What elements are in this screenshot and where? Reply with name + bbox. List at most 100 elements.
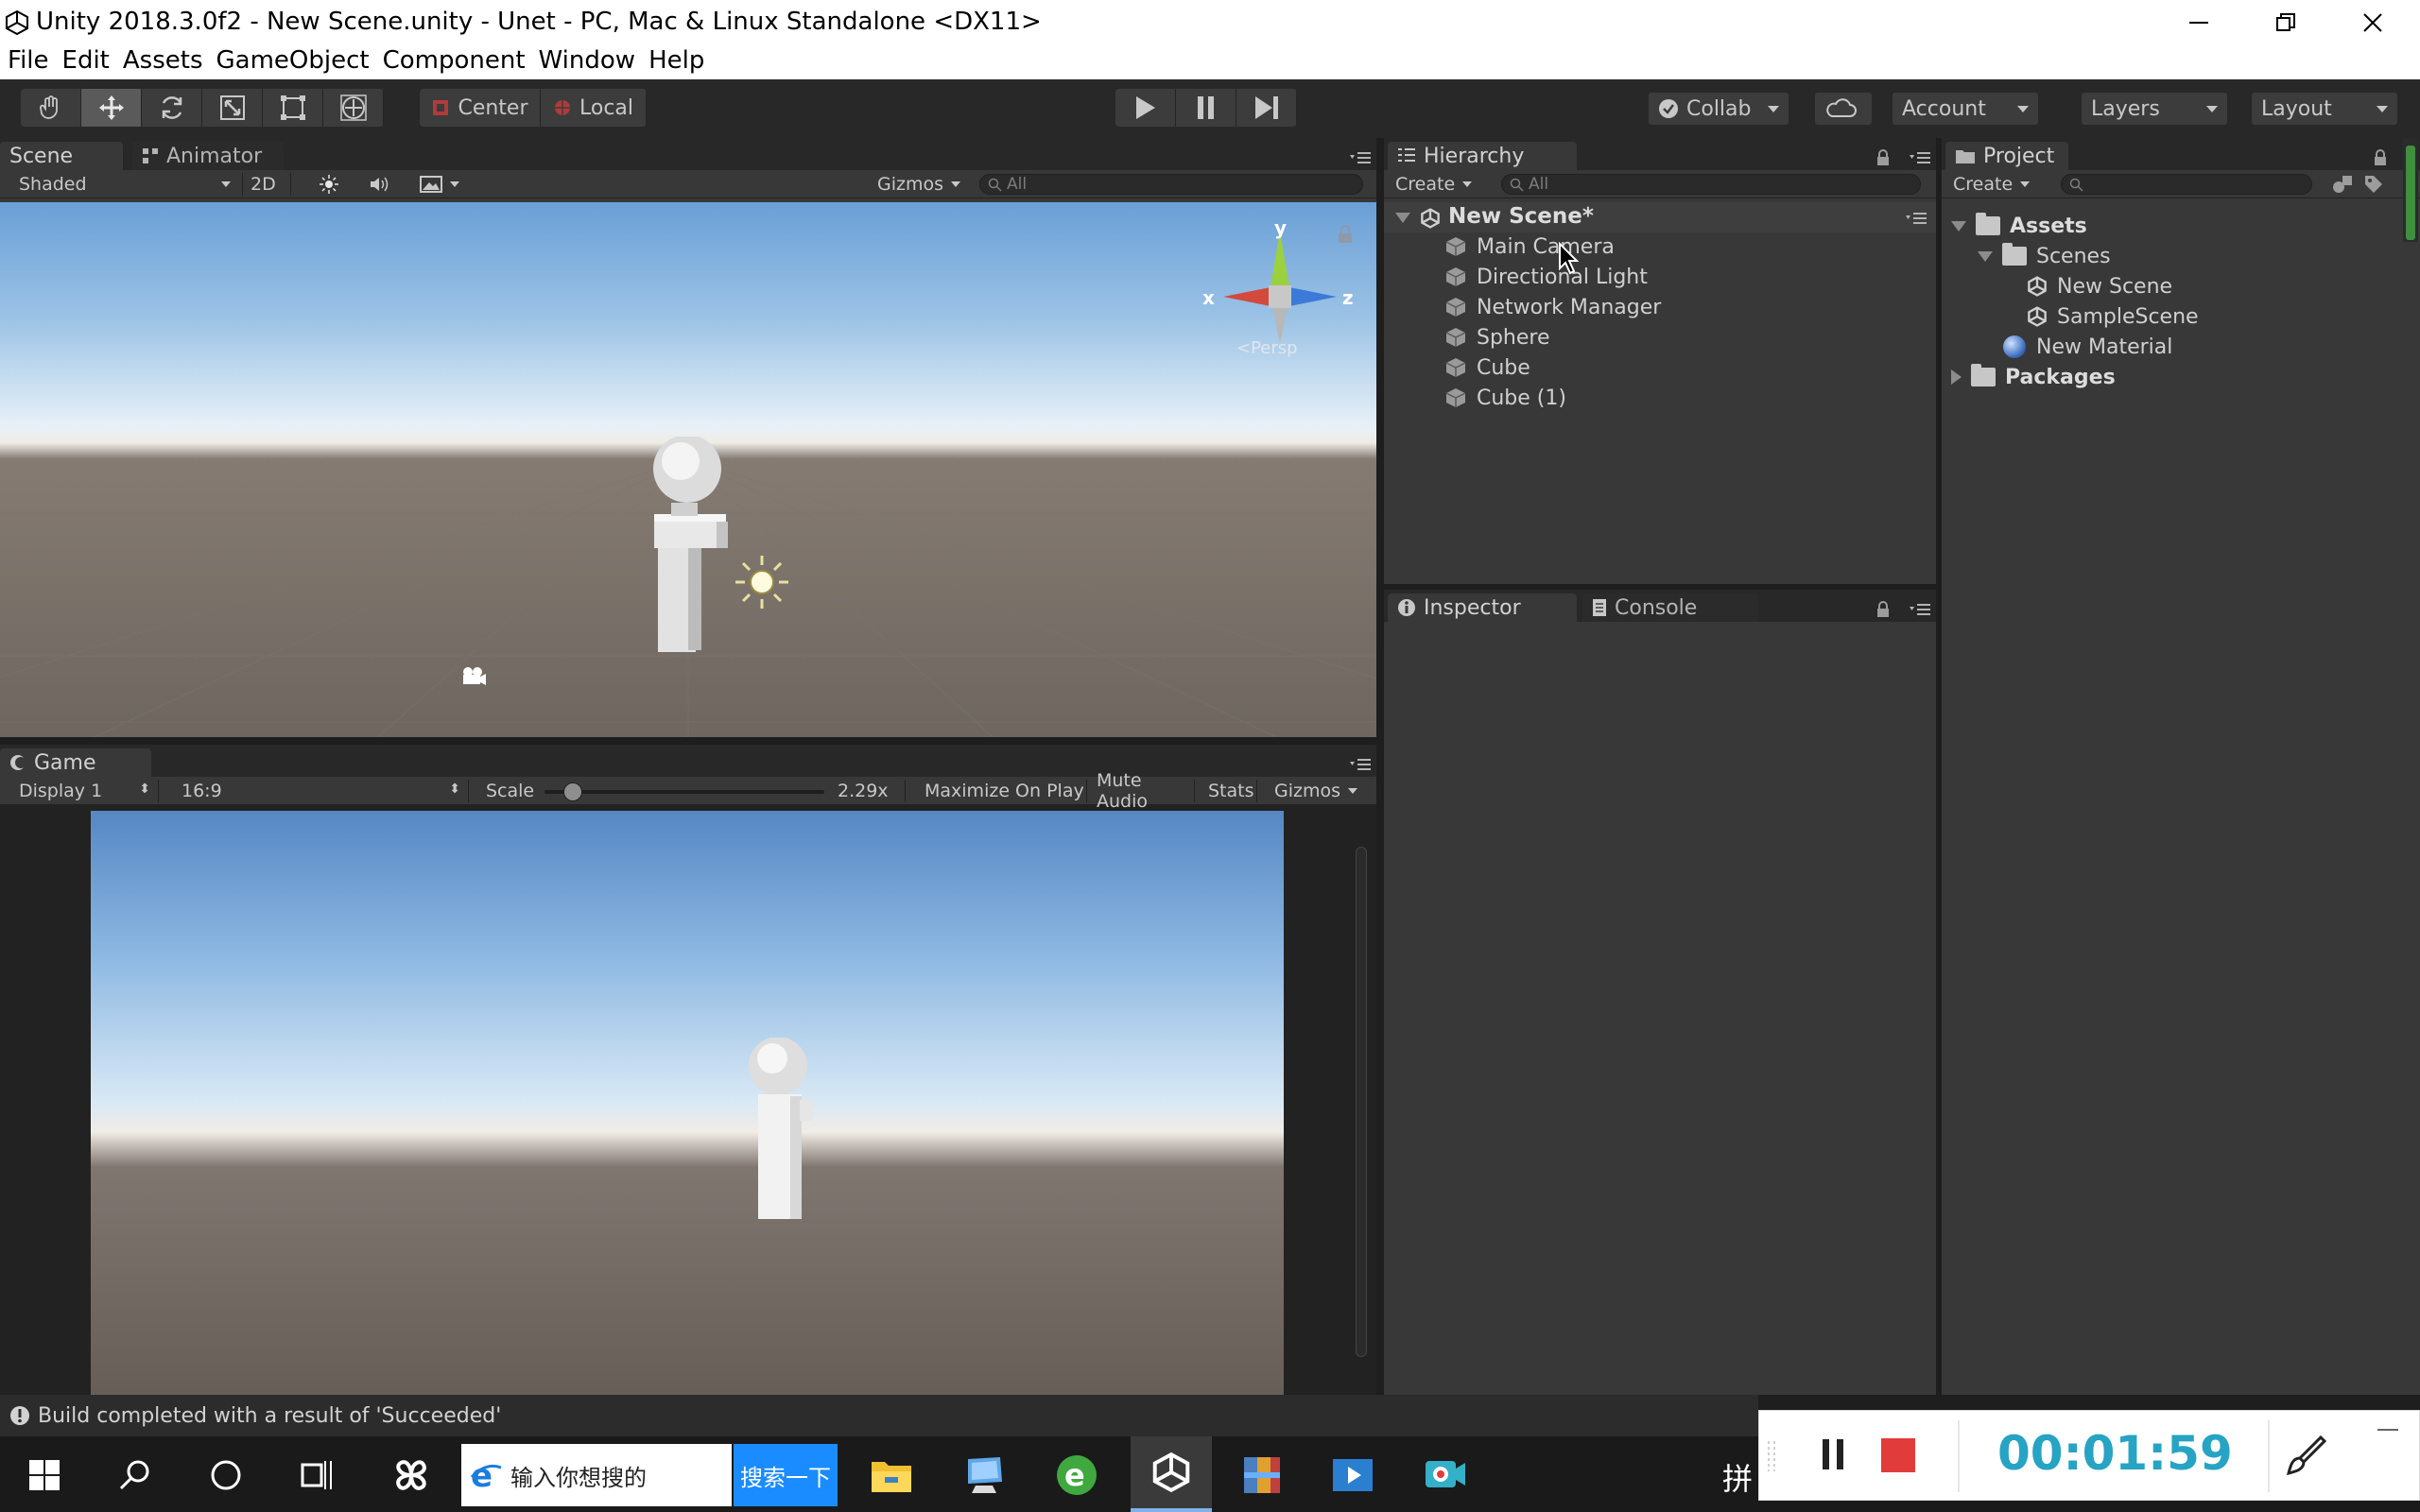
scroll-thumb[interactable] [2406,146,2415,240]
panel-menu-icon[interactable] [1350,758,1371,771]
tab-game[interactable]: Game [0,748,151,777]
restore-button[interactable] [2242,0,2329,44]
step-button[interactable] [1236,89,1297,127]
close-window-button[interactable] [2329,0,2416,44]
taskbar-media-player[interactable] [1325,1448,1380,1503]
start-button[interactable] [17,1448,72,1503]
menu-gameobject[interactable]: GameObject [209,44,370,79]
scene-search-input[interactable]: All [979,174,1363,195]
browser-search-button[interactable]: 搜索一下 [734,1444,838,1506]
collab-dropdown[interactable]: Collab [1649,93,1789,125]
minimize-button[interactable] [2155,0,2242,44]
hierarchy-create-dropdown[interactable]: Create [1388,173,1482,196]
play-button[interactable] [1115,89,1176,127]
project-packages-folder[interactable]: Packages [1951,363,2116,391]
hierarchy-item-network-manager[interactable]: Network Manager [1444,293,1661,321]
hand-tool-button[interactable] [21,89,81,127]
taskbar-this-pc[interactable] [957,1448,1011,1503]
tab-project[interactable]: Project [1945,142,2068,170]
hierarchy-item-sphere[interactable]: Sphere [1444,323,1550,352]
pause-button[interactable] [1176,89,1236,127]
rotate-tool-button[interactable] [142,89,202,127]
taskbar-file-explorer[interactable] [864,1448,919,1503]
menu-edit[interactable]: Edit [55,44,110,79]
display-dropdown[interactable]: Display 1 ⬍ [11,780,159,802]
taskbar-unity[interactable] [1131,1436,1212,1512]
pivot-local-button[interactable]: Local [541,89,647,127]
scale-slider-thumb[interactable] [563,782,582,801]
game-viewport[interactable] [91,811,1284,1395]
task-view-button[interactable] [289,1448,344,1503]
scale-tool-button[interactable] [202,89,263,127]
camera-gizmo-icon[interactable] [459,665,488,688]
lock-icon[interactable] [1876,601,1891,618]
aspect-dropdown[interactable]: 16:9 ⬍ [174,780,469,802]
tab-animator[interactable]: Animator [132,142,284,170]
scene-audio-toggle[interactable] [361,173,393,196]
tab-inspector[interactable]: Inspector [1388,593,1577,622]
maximize-on-play-toggle[interactable]: Maximize On Play [917,780,1087,802]
project-scene-new-scene[interactable]: New Scene [2027,272,2172,301]
project-search-input[interactable] [2061,174,2312,195]
taskbar-screen-recorder[interactable] [1418,1448,1473,1503]
layout-dropdown[interactable]: Layout [2252,93,2397,125]
hierarchy-search-input[interactable]: All [1501,174,1921,195]
panel-menu-icon[interactable] [1910,603,1930,616]
hierarchy-item-cube-1[interactable]: Cube (1) [1444,384,1566,412]
stats-toggle[interactable]: Stats [1201,780,1257,802]
tab-scene[interactable]: Scene [0,142,123,170]
recorder-annotate-button[interactable] [2283,1434,2328,1483]
menu-assets[interactable]: Assets [115,44,203,79]
scene-lighting-toggle[interactable] [312,173,340,196]
hierarchy-item-main-camera[interactable]: Main Camera [1444,232,1615,261]
project-assets-folder[interactable]: Assets [1951,212,2087,240]
expand-arrow-icon[interactable] [1951,220,1966,232]
ime-indicator[interactable]: 拼 [1722,1455,1753,1499]
filter-by-type-icon[interactable] [2331,174,2354,195]
scene-effects-dropdown[interactable] [412,173,469,196]
lock-icon[interactable] [1337,225,1354,244]
hierarchy-item-cube[interactable]: Cube [1444,353,1530,382]
collapsed-arrow-icon[interactable] [1951,369,1962,385]
account-dropdown[interactable]: Account [1893,93,2038,125]
game-gizmos-dropdown[interactable]: Gizmos [1267,780,1367,802]
panel-menu-icon[interactable] [1910,151,1930,164]
scene-viewport[interactable]: y x z <Persp [0,202,1376,737]
recorder-minimize-button[interactable] [2376,1420,2400,1438]
pivot-center-button[interactable]: Center [420,89,541,127]
recorder-pause-button[interactable] [1820,1437,1848,1475]
tag-icon[interactable] [2363,174,2384,195]
2d-toggle[interactable]: 2D [242,173,291,196]
menu-window[interactable]: Window [531,44,636,79]
rect-tool-button[interactable] [263,89,323,127]
scene-row-menu-icon[interactable] [1906,212,1927,225]
panel-menu-icon[interactable] [1350,151,1371,164]
orientation-gizmo[interactable]: y x z <Persp [1195,221,1365,382]
menu-file[interactable]: File [0,44,49,79]
hierarchy-item-directional-light[interactable]: Directional Light [1444,263,1648,291]
recorder-stop-button[interactable] [1880,1437,1916,1477]
scale-slider-track[interactable] [544,782,824,801]
game-scrollbar[interactable] [1356,847,1367,1357]
shading-mode-dropdown[interactable]: Shaded [11,173,234,196]
scene-character-object[interactable] [633,437,766,654]
tab-console[interactable]: Console [1582,593,1758,622]
scene-gizmos-dropdown[interactable]: Gizmos [870,173,964,196]
drag-handle-icon[interactable] [1767,1439,1776,1473]
project-scrollbar[interactable] [2403,138,2418,242]
taskbar-browser-green[interactable]: e [1049,1448,1104,1503]
transform-tool-button[interactable] [323,89,384,127]
browser-search-bar[interactable]: e 输入你想搜的 [461,1444,732,1506]
cortana-button[interactable] [199,1448,253,1503]
menu-component[interactable]: Component [375,44,526,79]
taskbar-search-button[interactable] [108,1448,163,1503]
project-scenes-folder[interactable]: Scenes [1978,242,2111,270]
tab-hierarchy[interactable]: Hierarchy [1388,142,1577,170]
mute-audio-toggle[interactable]: Mute Audio [1089,770,1195,812]
status-bar[interactable]: Build completed with a result of 'Succee… [0,1395,1758,1436]
scene-row[interactable]: New Scene* [1384,202,1936,232]
cloud-button[interactable] [1815,93,1872,125]
lock-icon[interactable] [2373,149,2388,166]
taskbar-archive-app[interactable] [1235,1448,1289,1503]
menu-help[interactable]: Help [641,44,704,79]
